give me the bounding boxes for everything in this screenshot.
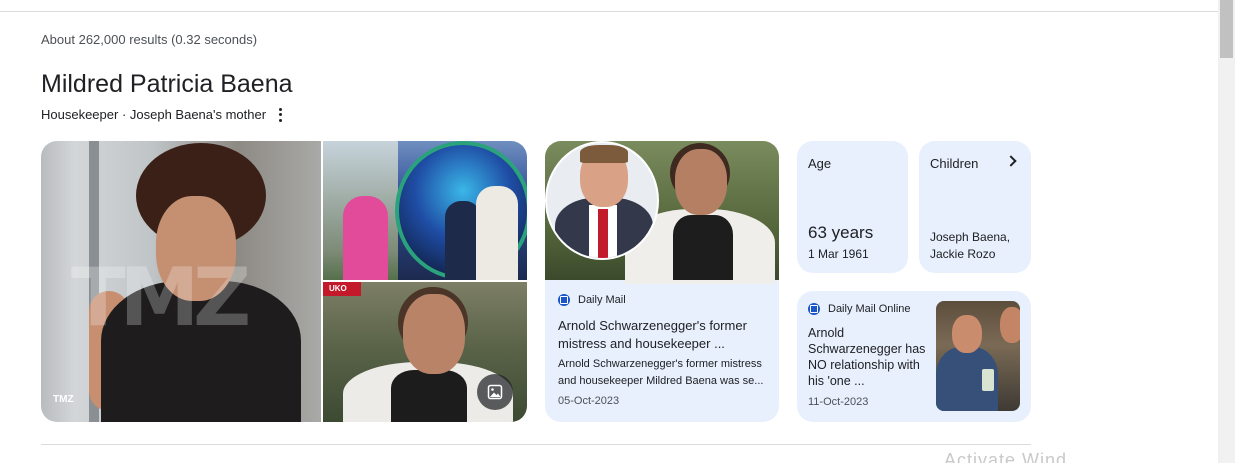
dm-source: Daily Mail Online [808,303,911,315]
entity-subtitle-text: Housekeeper · Joseph Baena's mother [41,107,267,122]
dm-thumbnail [936,301,1020,411]
daily-mail-logo-icon [558,294,570,306]
news-card-daily-mail[interactable]: Daily Mail Arnold Schwarzenegger's forme… [545,141,779,422]
dm-date: 11-Oct-2023 [808,396,869,408]
more-images-icon[interactable] [477,374,513,410]
vertical-scrollbar[interactable] [1218,0,1235,463]
entity-subtitle: Housekeeper · Joseph Baena's mother [41,107,284,122]
birth-date: 1 Mar 1961 [808,247,869,261]
more-options-icon[interactable] [276,107,284,122]
image-watermark: TMZ [71,251,251,344]
news-date: 05-Oct-2023 [558,395,620,407]
image-tag: UKO [323,282,361,296]
dm-source-label: Daily Mail Online [828,303,911,315]
age-label: Age [808,156,832,171]
daily-mail-online-logo-icon [808,303,820,315]
result-stats: About 262,000 results (0.32 seconds) [41,32,258,47]
dm-headline[interactable]: Arnold Schwarzenegger has NO relationshi… [808,325,933,389]
image-credit: TMZ [53,394,74,405]
news-card-daily-mail-online[interactable]: Daily Mail Online Arnold Schwarzenegger … [797,291,1031,422]
news-headline[interactable]: Arnold Schwarzenegger's former mistress … [558,317,768,353]
news-source-label: Daily Mail [578,294,626,306]
bottom-divider [41,444,1031,445]
scrollbar-thumb[interactable] [1220,0,1233,58]
image-top-right[interactable] [323,141,527,280]
fact-card-children[interactable]: Children Joseph Baena, Jackie Rozo [919,141,1031,273]
fact-card-age: Age 63 years 1 Mar 1961 [797,141,908,273]
age-value: 63 years [808,223,874,242]
entity-title: Mildred Patricia Baena [41,70,293,98]
children-value: Joseph Baena, Jackie Rozo [930,230,1011,261]
top-divider [0,11,1218,12]
children-label: Children [930,156,979,171]
news-snippet: Arnold Schwarzenegger's former mistress … [558,358,764,387]
image-main[interactable]: TMZ TMZ [41,141,321,422]
image-bottom-right[interactable]: UKO [323,282,527,422]
news-source: Daily Mail [558,294,626,306]
chevron-right-icon [1005,155,1017,167]
activate-windows-watermark: Activate Wind [944,450,1068,463]
news-card-image [545,141,779,284]
